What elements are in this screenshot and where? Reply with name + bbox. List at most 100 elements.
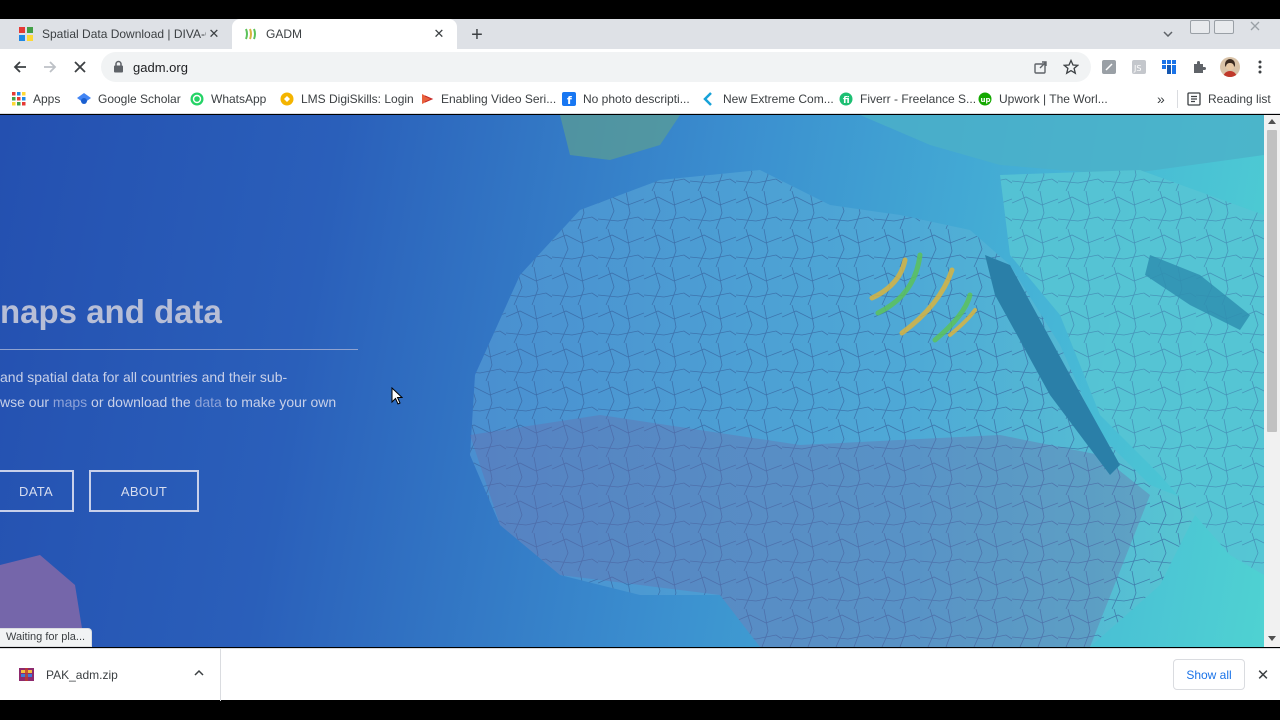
forward-arrow-icon [44, 61, 57, 73]
chevron-up-icon[interactable] [193, 669, 205, 677]
stop-loading-button[interactable] [70, 57, 90, 77]
data-link[interactable]: data [195, 394, 222, 410]
tab-title: GADM [266, 27, 302, 41]
bookmark-label: Enabling Video Seri... [441, 92, 557, 106]
download-filename: PAK_adm.zip [46, 668, 118, 682]
window-restore-button[interactable] [1214, 20, 1234, 34]
kodi-icon [703, 92, 712, 106]
bookmark-new-extreme[interactable]: New Extreme Com... [702, 90, 834, 108]
upwork-icon: up [978, 92, 992, 106]
tab-diva-gis[interactable]: Spatial Data Download | DIVA-GIS ✕ [8, 19, 232, 49]
url-text[interactable]: gadm.org [133, 60, 188, 75]
map-region-sahel [470, 415, 1150, 647]
window-close-icon [1250, 21, 1260, 31]
reading-list-button[interactable]: Reading list [1187, 90, 1271, 108]
scroll-down-arrow-icon[interactable] [1268, 636, 1276, 641]
tab-close-icon[interactable]: ✕ [206, 26, 222, 42]
bookmark-google-scholar[interactable]: Google Scholar [77, 90, 181, 108]
hero-title: naps and data [0, 293, 222, 330]
share-icon[interactable] [1033, 59, 1049, 75]
diva-gis-favicon-icon [19, 27, 33, 41]
maps-link[interactable]: maps [53, 394, 87, 410]
svg-text:up: up [981, 96, 991, 104]
bookmarks-overflow-button[interactable]: » [1157, 90, 1165, 108]
lock-icon[interactable] [113, 60, 124, 73]
bookmarks-bar: Apps Google Scholar WhatsApp LMS DigiSki… [0, 85, 1280, 114]
bookmark-enabling-video[interactable]: Enabling Video Seri... [420, 90, 556, 108]
bookmark-label: Fiverr - Freelance S... [860, 92, 977, 106]
download-item[interactable]: PAK_adm.zip [0, 649, 221, 701]
bookmark-label: Apps [33, 92, 61, 106]
fiverr-icon: fi [839, 92, 853, 106]
tab-search-chevron-icon[interactable] [1160, 26, 1176, 42]
screen: Spatial Data Download | DIVA-GIS ✕ GADM … [0, 0, 1280, 720]
bookmark-upwork[interactable]: up Upwork | The Worl... [978, 90, 1108, 108]
bookmark-label: New Extreme Com... [723, 92, 834, 106]
address-bar[interactable]: gadm.org [101, 52, 1091, 82]
window-minimize-button[interactable] [1190, 20, 1210, 34]
bookmark-digiskills[interactable]: LMS DigiSkills: Login [280, 90, 414, 108]
tab-close-icon[interactable]: ✕ [431, 26, 447, 42]
bookmark-apps[interactable]: Apps [12, 90, 60, 108]
bookmark-fiverr[interactable]: fi Fiverr - Freelance S... [839, 90, 976, 108]
bookmark-label: No photo descripti... [583, 92, 690, 106]
bookmarks-divider [1177, 90, 1178, 108]
bookmark-label: WhatsApp [211, 92, 267, 106]
tab-gadm[interactable]: GADM ✕ [232, 19, 457, 49]
bookmark-label: Upwork | The Worl... [999, 92, 1108, 106]
tab-title: Spatial Data Download | DIVA-GIS [42, 27, 206, 41]
whatsapp-icon [190, 92, 204, 106]
extension-grid-icon[interactable] [1161, 59, 1177, 75]
hero-divider [0, 349, 358, 350]
profile-avatar[interactable] [1220, 57, 1240, 77]
status-bubble: Waiting for pla... [0, 628, 93, 647]
hero-desc-text: to make your own [221, 394, 337, 410]
back-button[interactable] [10, 57, 30, 77]
video-series-icon [422, 94, 434, 104]
show-all-button[interactable]: Show all [1173, 659, 1245, 690]
extension-one-icon[interactable] [1101, 59, 1117, 75]
hero-desc-text: wse our [0, 394, 53, 410]
svg-text:fi: fi [843, 96, 850, 106]
bookmark-whatsapp[interactable]: WhatsApp [190, 90, 266, 108]
download-shelf: PAK_adm.zip Show all ✕ [0, 648, 1280, 701]
back-arrow-icon [13, 61, 26, 73]
hero-desc-line-1: and spatial data for all countries and t… [0, 369, 288, 385]
apps-grid-icon [12, 92, 26, 106]
about-button[interactable]: ABOUT [89, 470, 199, 512]
stop-x-icon [74, 61, 86, 73]
browser-toolbar: gadm.org JS [0, 49, 1280, 85]
tab-strip: Spatial Data Download | DIVA-GIS ✕ GADM … [0, 19, 1280, 49]
map-landmass-iberia [560, 115, 680, 160]
data-button[interactable]: DATA [0, 470, 74, 512]
mouse-cursor-icon [391, 387, 403, 405]
new-tab-button[interactable]: + [466, 24, 488, 46]
page-viewport: naps and data and spatial data for all c… [0, 115, 1264, 647]
scroll-thumb[interactable] [1267, 130, 1277, 432]
hero-description: and spatial data for all countries and t… [0, 365, 370, 415]
map-landmass-europe [860, 115, 1264, 175]
scholar-icon [77, 93, 91, 104]
extension-two-icon[interactable]: JS [1131, 59, 1147, 75]
svg-text:f: f [567, 94, 572, 106]
bookmark-label: Google Scholar [98, 92, 181, 106]
svg-text:JS: JS [1133, 64, 1141, 73]
forward-button[interactable] [40, 57, 60, 77]
hero-desc-line-2: wse our maps or download the data to mak… [0, 390, 370, 415]
gadm-favicon-icon [245, 28, 256, 40]
hero-desc-text: or download the [87, 394, 195, 410]
browser-menu-icon[interactable] [1252, 59, 1268, 75]
bookmark-label: LMS DigiSkills: Login [301, 92, 414, 106]
bookmark-star-icon[interactable] [1063, 59, 1079, 75]
page-scrollbar[interactable] [1264, 115, 1280, 647]
bookmark-facebook[interactable]: f No photo descripti... [562, 90, 690, 108]
reading-list-icon [1187, 92, 1201, 106]
extensions-puzzle-icon[interactable] [1191, 59, 1207, 75]
facebook-icon: f [562, 92, 576, 106]
reading-list-label: Reading list [1208, 92, 1271, 106]
window-close-button[interactable] [1245, 20, 1265, 34]
close-shelf-icon[interactable]: ✕ [1255, 667, 1271, 684]
scroll-up-arrow-icon[interactable] [1268, 119, 1276, 124]
zip-archive-icon [19, 668, 34, 681]
digiskills-icon [280, 92, 294, 106]
